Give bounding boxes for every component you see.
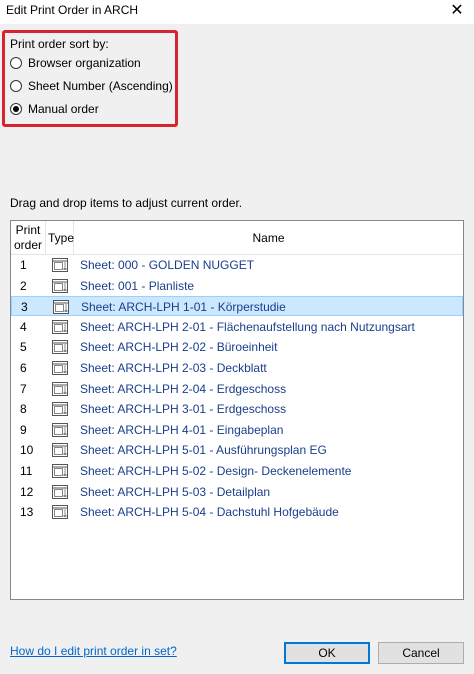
list-item[interactable]: 12 Sheet: ARCH-LPH 5-03 - Detailplan — [11, 482, 463, 502]
sheet-name: Sheet: ARCH-LPH 3-01 - Erdgeschoss — [80, 402, 287, 417]
column-header-print-order[interactable]: Print order — [11, 221, 46, 255]
sheet-icon — [52, 422, 68, 437]
sheet-name: Sheet: ARCH-LPH 2-02 - Büroeinheit — [80, 340, 278, 355]
sheet-icon — [52, 258, 68, 272]
cancel-button[interactable]: Cancel — [378, 642, 464, 664]
sheet-icon — [52, 361, 68, 375]
ok-button[interactable]: OK — [284, 642, 370, 664]
list-item[interactable]: 2 Sheet: 001 - Planliste — [11, 276, 463, 296]
sheet-icon — [52, 340, 68, 355]
list-header: Print order Type Name — [11, 221, 463, 255]
sheet-name: Sheet: 001 - Planliste — [80, 278, 195, 293]
print-order-number: 10 — [20, 443, 34, 458]
sheet-icon — [52, 464, 68, 478]
radio-label: Browser organization — [28, 56, 141, 70]
print-order-number: 5 — [20, 340, 27, 355]
sheet-icon — [52, 319, 68, 334]
list-item[interactable]: 11 Sheet: ARCH-LPH 5-02 - Design- Deckene… — [11, 461, 463, 481]
print-order-number: 13 — [20, 505, 34, 520]
sheet-icon — [53, 300, 69, 315]
radio-manual-order[interactable]: Manual order — [10, 100, 99, 118]
sheet-name: Sheet: ARCH-LPH 5-02 - Design- Deckenele… — [80, 464, 352, 478]
print-order-number: 3 — [21, 300, 28, 315]
print-order-list[interactable]: Print order Type Name 1 Sheet: 000 - GOLD… — [10, 220, 464, 600]
print-order-number: 6 — [20, 361, 27, 375]
sheet-name: Sheet: ARCH-LPH 2-03 - Deckblatt — [80, 361, 267, 375]
sheet-name: Sheet: ARCH-LPH 4-01 - Eingabeplan — [80, 422, 284, 437]
list-item[interactable]: 7 Sheet: ARCH-LPH 2-04 - Erdgeschoss — [11, 379, 463, 399]
sheet-name: Sheet: 000 - GOLDEN NUGGET — [80, 258, 255, 272]
help-link[interactable]: How do I edit print order in set? — [10, 644, 177, 658]
sheet-name: Sheet: ARCH-LPH 5-04 - Dachstuhl Hofgebä… — [80, 505, 339, 520]
sheet-icon — [52, 443, 68, 458]
list-item[interactable]: 4 Sheet: ARCH-LPH 2-01 - Flächenaufstellu… — [11, 317, 463, 337]
list-item[interactable]: 3 Sheet: ARCH-LPH 1-01 - Körperstudie — [11, 296, 463, 317]
list-item[interactable]: 8 Sheet: ARCH-LPH 3-01 - Erdgeschoss — [11, 399, 463, 419]
list-item[interactable]: 13 Sheet: ARCH-LPH 5-04 - Dachstuhl Hofge… — [11, 502, 463, 522]
sheet-icon — [52, 278, 68, 293]
list-item[interactable]: 6 Sheet: ARCH-LPH 2-03 - Deckblatt — [11, 358, 463, 378]
sheet-icon — [52, 505, 68, 520]
list-item[interactable]: 10 Sheet: ARCH-LPH 5-01 - Ausführungsplan… — [11, 440, 463, 460]
sheet-name: Sheet: ARCH-LPH 2-01 - Flächenaufstellun… — [80, 319, 415, 334]
sheet-name: Sheet: ARCH-LPH 1-01 - Körperstudie — [81, 300, 286, 315]
radio-button-checked[interactable] — [10, 103, 22, 115]
radio-button[interactable] — [10, 57, 22, 69]
radio-browser-organization[interactable]: Browser organization — [10, 54, 141, 72]
list-item[interactable]: 9 Sheet: ARCH-LPH 4-01 - Eingabeplan — [11, 420, 463, 440]
print-order-number: 8 — [20, 402, 27, 417]
close-icon[interactable]: ✕ — [440, 0, 474, 24]
sheet-icon — [52, 402, 68, 417]
print-order-number: 12 — [20, 484, 34, 499]
window-title: Edit Print Order in ARCH — [6, 3, 139, 17]
drag-hint-text: Drag and drop items to adjust current or… — [10, 196, 243, 210]
sheet-icon — [52, 381, 68, 396]
print-order-number: 4 — [20, 319, 27, 334]
print-order-number: 9 — [20, 422, 27, 437]
sheet-name: Sheet: ARCH-LPH 5-03 - Detailplan — [80, 484, 271, 499]
sheet-name: Sheet: ARCH-LPH 2-04 - Erdgeschoss — [80, 381, 287, 396]
print-order-number: 11 — [20, 464, 33, 478]
radio-sheet-number[interactable]: Sheet Number (Ascending) — [10, 77, 173, 95]
list-item[interactable]: 1 Sheet: 000 - GOLDEN NUGGET — [11, 255, 463, 275]
radio-label: Manual order — [28, 102, 99, 116]
header-text: order — [13, 238, 42, 252]
list-item[interactable]: 5 Sheet: ARCH-LPH 2-02 - Büroeinheit — [11, 337, 463, 357]
column-header-name[interactable]: Name — [74, 221, 463, 255]
print-order-number: 1 — [20, 258, 27, 272]
header-text: Print — [15, 223, 41, 237]
sheet-icon — [52, 484, 68, 499]
print-order-number: 7 — [20, 381, 27, 396]
radio-label: Sheet Number (Ascending) — [28, 79, 173, 93]
sort-by-label: Print order sort by: — [10, 37, 109, 51]
sheet-name: Sheet: ARCH-LPH 5-01 - Ausführungsplan E… — [80, 443, 327, 458]
column-header-type[interactable]: Type — [46, 221, 74, 255]
radio-button[interactable] — [10, 80, 22, 92]
print-order-number: 2 — [20, 278, 27, 293]
title-bar: Edit Print Order in ARCH ✕ — [0, 0, 474, 24]
